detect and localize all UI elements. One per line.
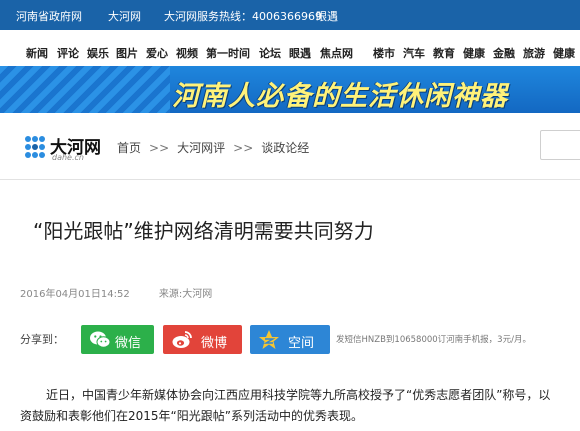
share-weibo-label: 微博 bbox=[201, 336, 228, 351]
article-paragraph: 近日，中国青少年新媒体协会向江西应用科技学院等九所高校授予了“优秀志愿者团队”称… bbox=[20, 388, 551, 423]
weibo-icon bbox=[172, 331, 192, 348]
nav-item[interactable]: 焦点网 bbox=[320, 45, 353, 61]
article-title: “阳光跟帖”维护网络清明需要共同努力 bbox=[33, 219, 374, 243]
top-bar: 河南省政府网 大河网 大河网服务热线：4006366969 眼遇 bbox=[0, 0, 580, 30]
nav-item[interactable]: 旅游 bbox=[523, 45, 545, 61]
share-label: 分享到： bbox=[20, 333, 64, 346]
breadcrumb-separator: >> bbox=[149, 141, 170, 155]
nav-item[interactable]: 论坛 bbox=[259, 45, 281, 61]
share-weibo-button[interactable]: 微博 bbox=[163, 325, 242, 354]
breadcrumb-commentary[interactable]: 大河网评 bbox=[177, 141, 225, 155]
qzone-icon bbox=[259, 330, 279, 349]
article-source: 来源:大河网 bbox=[158, 289, 213, 300]
nav-item[interactable]: 第一时间 bbox=[206, 45, 250, 61]
breadcrumb-politics[interactable]: 谈政论经 bbox=[261, 141, 309, 155]
topbar-link-dahe[interactable]: 大河网 bbox=[108, 8, 141, 24]
logo-domain: dahe.cn bbox=[52, 153, 84, 162]
breadcrumb: 首页 >> 大河网评 >> 谈政论经 bbox=[117, 139, 309, 156]
nav-item[interactable]: 眼遇 bbox=[289, 45, 311, 61]
share-qzone-label: 空间 bbox=[288, 336, 315, 351]
dahe-logo-icon bbox=[25, 136, 45, 158]
nav-item[interactable]: 金融 bbox=[493, 45, 515, 61]
banner-decoration bbox=[0, 66, 170, 113]
breadcrumb-home[interactable]: 首页 bbox=[117, 141, 141, 155]
nav-item[interactable]: 汽车 bbox=[403, 45, 425, 61]
banner-text: 河南人必备的生活休闲神器 bbox=[172, 81, 508, 112]
nav-item[interactable]: 健康 bbox=[463, 45, 485, 61]
ad-banner[interactable]: 河南人必备的生活休闲神器 bbox=[0, 66, 580, 113]
article-meta: 2016年04月01日14:52 来源:大河网 bbox=[20, 285, 212, 300]
nav-item[interactable]: 健康 bbox=[553, 45, 575, 61]
wechat-icon bbox=[90, 331, 111, 348]
mobile-news-promo[interactable]: 发短信HNZB到10658000订河南手机报，3元/月。 bbox=[336, 333, 531, 345]
nav-item[interactable]: 楼市 bbox=[373, 45, 395, 61]
article-date: 2016年04月01日14:52 bbox=[20, 289, 130, 300]
topbar-hotline: 大河网服务热线：4006366969 bbox=[164, 10, 322, 23]
nav-item[interactable]: 新闻 bbox=[26, 45, 48, 61]
search-input[interactable] bbox=[540, 130, 580, 160]
nav-item[interactable]: 视频 bbox=[176, 45, 198, 61]
topbar-link-yanyu[interactable]: 眼遇 bbox=[316, 8, 338, 24]
breadcrumb-separator: >> bbox=[233, 141, 254, 155]
topbar-link-gov[interactable]: 河南省政府网 bbox=[16, 8, 82, 24]
nav-item[interactable]: 教育 bbox=[433, 45, 455, 61]
nav-item[interactable]: 爱心 bbox=[146, 45, 168, 61]
header-row: 大河网 dahe.cn 首页 >> 大河网评 >> 谈政论经 bbox=[0, 117, 580, 180]
nav-item[interactable]: 图片 bbox=[116, 45, 138, 61]
share-qzone-button[interactable]: 空间 bbox=[250, 325, 330, 354]
nav-item[interactable]: 评论 bbox=[57, 45, 79, 61]
share-wechat-label: 微信 bbox=[115, 336, 142, 351]
main-nav: 新闻 评论 娱乐 图片 爱心 视频 第一时间 论坛 眼遇 焦点网 楼市 汽车 教… bbox=[0, 30, 580, 64]
share-wechat-button[interactable]: 微信 bbox=[81, 325, 154, 354]
site-logo[interactable]: 大河网 dahe.cn bbox=[22, 131, 112, 167]
nav-item[interactable]: 娱乐 bbox=[87, 45, 109, 61]
